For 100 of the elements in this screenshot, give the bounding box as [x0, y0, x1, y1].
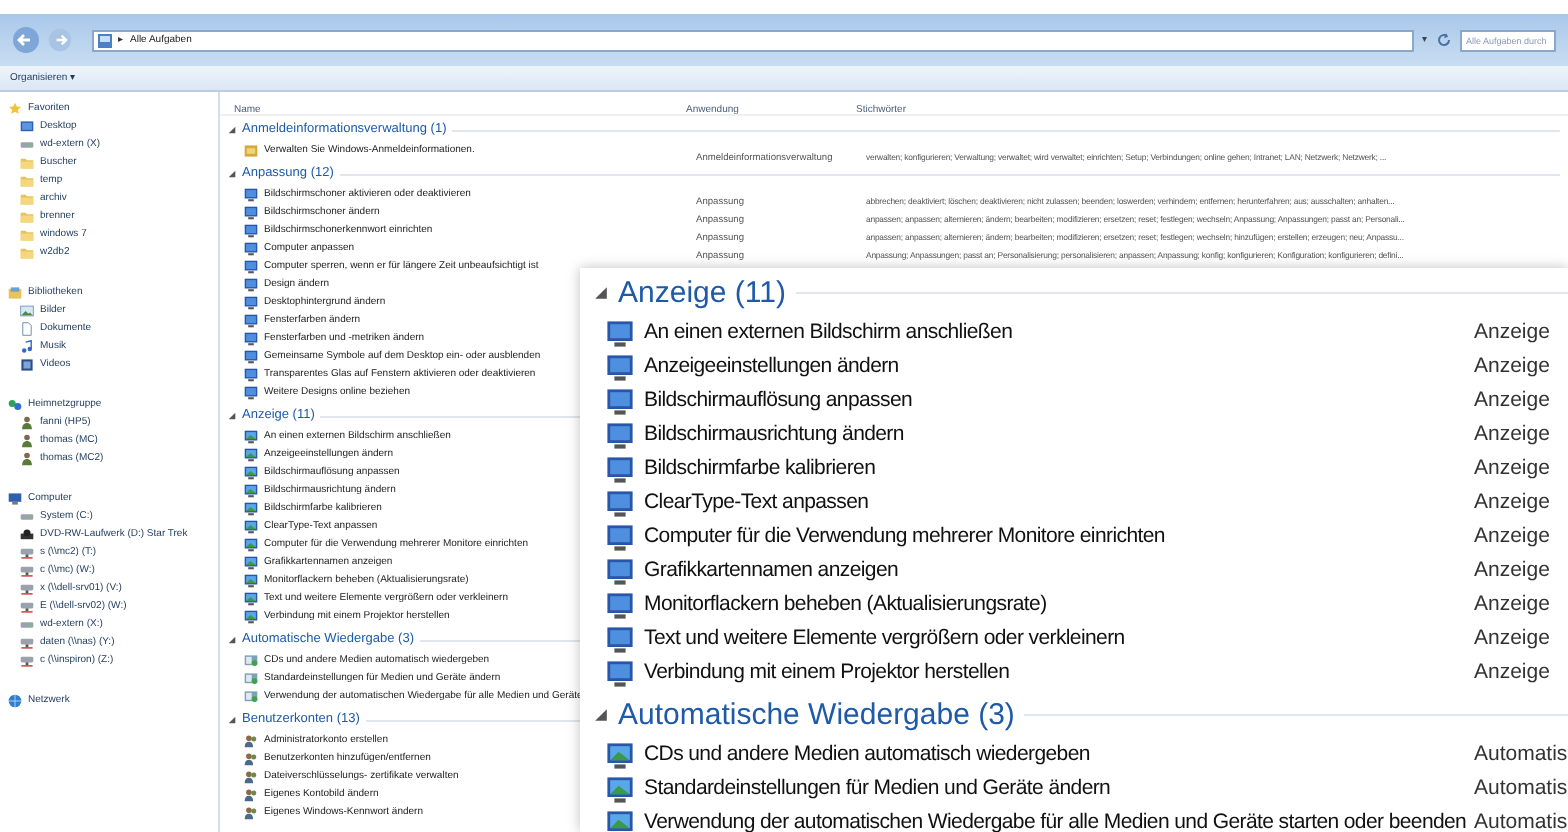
task-link[interactable]: Anzeigeeinstellungen ändern — [644, 356, 899, 378]
users-icon — [244, 752, 258, 766]
task-link[interactable]: Monitorflackern beheben (Aktualisierungsrate) — [644, 594, 1047, 616]
network-drive-icon — [20, 546, 34, 560]
library-icon — [8, 286, 22, 300]
monitor-icon — [606, 659, 634, 687]
monitor-icon — [606, 421, 634, 449]
monitor-icon — [244, 520, 258, 534]
monitor-icon — [244, 592, 258, 606]
monitor-icon — [606, 809, 634, 832]
group-header[interactable]: Anzeige (11) — [618, 277, 786, 307]
table-cell: Anzeige — [1474, 560, 1550, 582]
monitor-icon — [606, 353, 634, 381]
users-icon — [244, 806, 258, 820]
table-cell: Anzeige — [1474, 458, 1550, 480]
table-cell: Anzeige — [1474, 356, 1550, 378]
monitor-icon — [244, 296, 258, 310]
monitor-icon — [244, 224, 258, 238]
monitor-icon — [606, 489, 634, 517]
monitor-icon — [244, 350, 258, 364]
table-cell: Anzeige — [1474, 526, 1550, 548]
user-icon — [20, 452, 34, 466]
monitor-icon — [244, 386, 258, 400]
table-cell: Anzeige — [1474, 322, 1550, 344]
folder-icon — [20, 156, 34, 170]
monitor-icon — [244, 574, 258, 588]
monitor-icon — [244, 502, 258, 516]
homegroup-icon — [8, 398, 22, 412]
control-panel-icon — [98, 33, 112, 47]
table-cell: Anzeige — [1474, 594, 1550, 616]
monitor-icon — [244, 242, 258, 256]
collapse-arrow-icon[interactable] — [228, 636, 236, 644]
users-icon — [244, 788, 258, 802]
table-cell: Automatis — [1474, 744, 1568, 766]
collapse-arrow-icon[interactable] — [228, 412, 236, 420]
table-cell: Anzeige — [1474, 662, 1550, 684]
monitor-icon — [606, 455, 634, 483]
monitor-icon — [244, 206, 258, 220]
table-cell: Anzeige — [1474, 424, 1550, 446]
media-icon — [244, 654, 258, 668]
collapse-arrow-icon[interactable] — [228, 716, 236, 724]
document-icon — [20, 322, 34, 336]
user-icon — [20, 434, 34, 448]
computer-icon — [8, 492, 22, 506]
folder-icon — [20, 210, 34, 224]
table-cell: Anzeige — [1474, 390, 1550, 412]
monitor-icon — [244, 260, 258, 274]
folder-icon — [20, 246, 34, 260]
refresh-icon[interactable] — [1436, 32, 1452, 48]
monitor-icon — [606, 523, 634, 551]
network-drive-icon — [20, 636, 34, 650]
monitor-icon — [244, 332, 258, 346]
desktop-icon — [20, 120, 34, 134]
monitor-icon — [606, 741, 634, 769]
monitor-icon — [244, 430, 258, 444]
monitor-icon — [606, 557, 634, 585]
network-drive-icon — [20, 564, 34, 578]
table-cell: Automatis — [1474, 812, 1568, 832]
group-header[interactable]: Automatische Wiedergabe (3) — [618, 699, 1015, 729]
folder-icon — [20, 174, 34, 188]
task-link[interactable]: ClearType-Text anpassen — [644, 492, 869, 514]
network-icon — [8, 694, 22, 708]
table-cell: Anzeige — [1474, 628, 1550, 650]
film-icon — [20, 358, 34, 372]
folder-icon — [20, 192, 34, 206]
task-link[interactable]: Bildschirmausrichtung ändern — [644, 424, 904, 446]
network-drive-icon — [20, 582, 34, 596]
task-link[interactable]: CDs und andere Medien automatisch wiedergeben — [644, 744, 1090, 766]
monitor-icon — [244, 610, 258, 624]
monitor-icon — [244, 278, 258, 292]
collapse-arrow-icon[interactable] — [594, 285, 608, 299]
network-drive-icon — [20, 600, 34, 614]
network-drive-icon — [20, 654, 34, 668]
monitor-icon — [244, 448, 258, 462]
task-link[interactable]: Standardeinstellungen für Medien und Geräte ändern — [644, 778, 1111, 800]
media-icon — [244, 672, 258, 686]
media-icon — [244, 690, 258, 704]
task-link[interactable]: Text und weitere Elemente vergrößern oder verkleinern — [644, 628, 1125, 650]
collapse-arrow-icon[interactable] — [594, 707, 608, 721]
monitor-icon — [244, 368, 258, 382]
monitor-icon — [606, 625, 634, 653]
task-link[interactable]: Grafikkartennamen anzeigen — [644, 560, 899, 582]
monitor-icon — [244, 484, 258, 498]
picture-icon — [20, 304, 34, 318]
monitor-icon — [606, 591, 634, 619]
task-link[interactable]: Bildschirmfarbe kalibrieren — [644, 458, 876, 480]
users-icon — [244, 770, 258, 784]
star-icon — [8, 102, 22, 116]
task-link[interactable]: Computer für die Verwendung mehrerer Monitore einrichten — [644, 526, 1165, 548]
task-link[interactable]: An einen externen Bildschirm anschließen — [644, 322, 1013, 344]
monitor-icon — [244, 466, 258, 480]
collapse-arrow-icon[interactable] — [228, 126, 236, 134]
folder-icon — [20, 228, 34, 242]
collapse-arrow-icon[interactable] — [228, 170, 236, 178]
users-icon — [244, 734, 258, 748]
task-link[interactable]: Bildschirmauflösung anpassen — [644, 390, 913, 412]
monitor-icon — [244, 538, 258, 552]
monitor-icon — [606, 775, 634, 803]
task-link[interactable]: Verbindung mit einem Projektor herstellen — [644, 662, 1010, 684]
monitor-icon — [606, 319, 634, 347]
